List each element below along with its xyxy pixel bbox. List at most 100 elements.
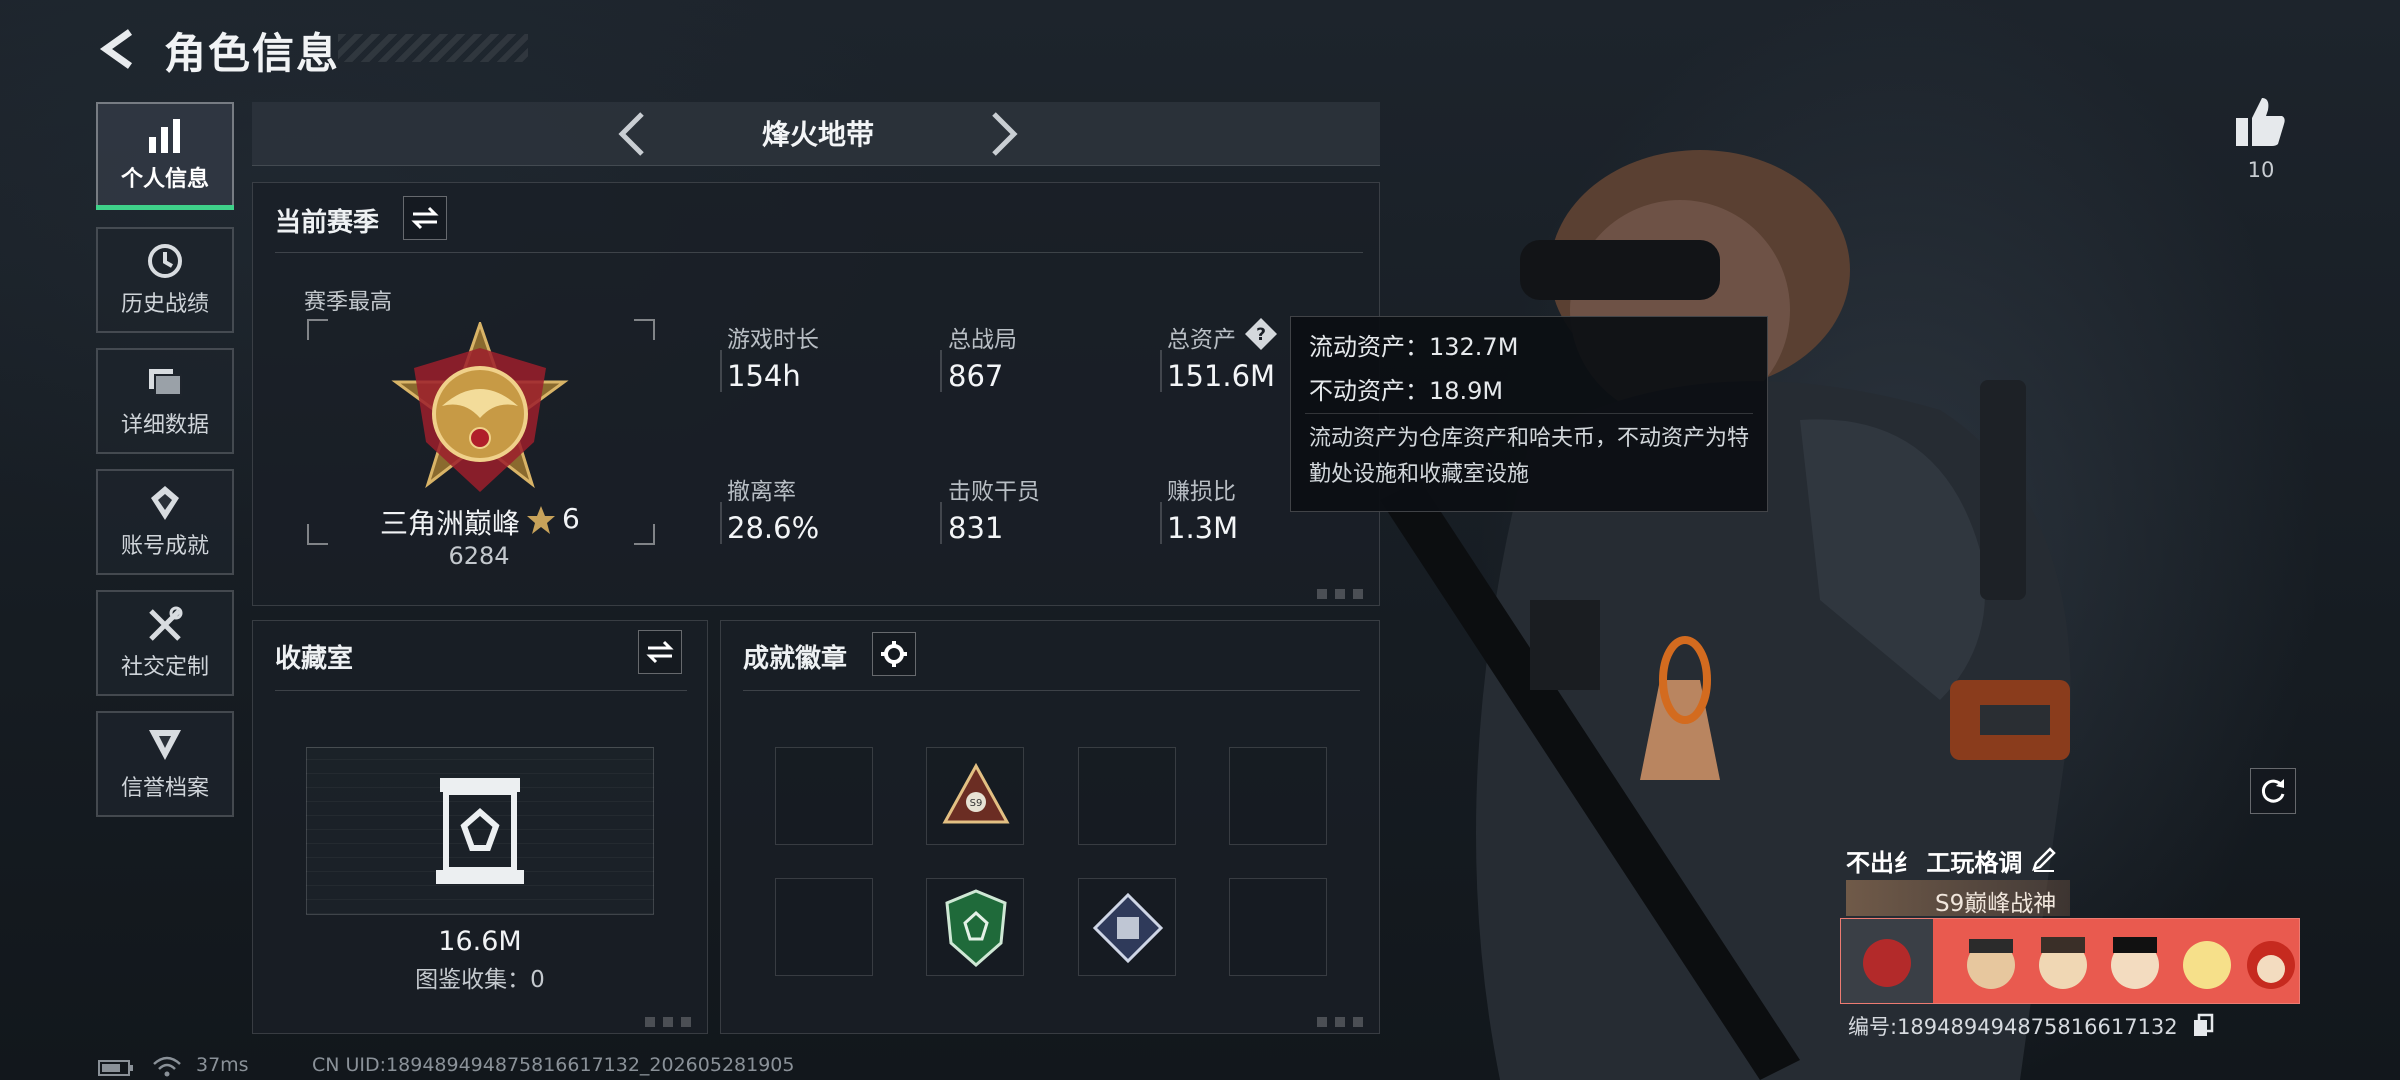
bar-chart-icon <box>149 119 180 153</box>
map-name: 烽火地带 <box>761 118 874 151</box>
badge-slot-empty[interactable] <box>1229 747 1327 845</box>
sidebar-item-social-custom[interactable]: 社交定制 <box>96 590 234 696</box>
rank-medal-icon <box>391 322 569 492</box>
uid-text: CN UID:18948949487581661713​2_2026052819… <box>312 1054 795 1076</box>
stat-separator <box>940 502 942 544</box>
rotate-icon <box>2261 779 2285 803</box>
season-best-label: 赛季最高 <box>304 290 393 315</box>
folder-icon <box>149 369 182 396</box>
collection-value: 16.6M <box>438 926 522 957</box>
collection-catalog: 图鉴收集：0 <box>415 967 545 993</box>
sidebar-item-achievements[interactable]: 账号成就 <box>96 469 234 575</box>
sidebar-item-personal-info[interactable]: 个人信息 <box>96 102 234 210</box>
badges-settings-button[interactable] <box>872 632 916 676</box>
swap-icon <box>411 206 439 230</box>
rank-score: 6284 <box>448 542 510 570</box>
corner-decoration <box>1317 1017 1371 1027</box>
title-decoration <box>338 34 528 62</box>
player-id: 编号:18948949487581661713​2 <box>1848 1015 2178 1039</box>
rank-name: 三角洲巅峰 <box>380 507 521 540</box>
back-arrow-icon[interactable] <box>96 26 142 72</box>
rotate-view-button[interactable] <box>2250 768 2296 814</box>
season-switch-button[interactable] <box>403 196 447 240</box>
stat-label-extract-rate: 撤离率 <box>727 479 796 505</box>
credit-icon <box>149 730 181 760</box>
gear-icon <box>881 641 907 667</box>
stat-label-kills: 击败干员 <box>948 479 1040 505</box>
sticker-characters <box>1841 919 2295 1003</box>
green-shield-badge-icon <box>945 889 1007 967</box>
divider <box>743 690 1360 691</box>
sidebar-item-label: 账号成就 <box>120 534 209 559</box>
chevron-right-icon[interactable] <box>978 108 1028 160</box>
stat-separator <box>720 502 722 544</box>
tooltip-note: 流动资产为仓库资产和哈夫币，不动资产为特勤处设施和收藏室设施 <box>1309 426 1750 487</box>
badge-slot-empty[interactable] <box>775 747 873 845</box>
divider <box>275 252 1363 253</box>
stat-value-extract-rate: 28.6% <box>727 511 820 545</box>
sidebar-item-label: 社交定制 <box>120 655 209 680</box>
divider <box>275 690 687 691</box>
ping-text: 37ms <box>196 1054 249 1076</box>
edit-pencil-icon[interactable] <box>2030 845 2058 873</box>
chevron-left-icon[interactable] <box>608 108 658 160</box>
title-banner-text: S9巅峰战神 <box>1935 891 2057 917</box>
stat-label-profit-ratio: 赚损比 <box>1167 479 1236 505</box>
achievement-icon <box>151 486 179 520</box>
sidebar-item-label: 历史战绩 <box>120 292 209 317</box>
badge-slot-empty[interactable] <box>1229 878 1327 976</box>
stat-value-kills: 831 <box>948 511 1004 545</box>
badge-slot-empty[interactable] <box>1078 747 1176 845</box>
rank-stars: 6 <box>562 502 580 535</box>
season-title: 当前赛季 <box>275 208 380 238</box>
sidebar-item-label: 个人信息 <box>120 167 209 192</box>
player-name: 不出纟 工玩格调 <box>1846 849 2023 877</box>
stat-label-total-assets: 总资产 <box>1167 327 1236 353</box>
stat-value-total-assets: 151.6M <box>1167 359 1276 393</box>
sidebar-item-label: 信誉档案 <box>120 776 209 801</box>
stat-separator <box>940 350 942 392</box>
tools-icon <box>149 606 183 641</box>
collection-switch-button[interactable] <box>638 630 682 674</box>
s9-badge-icon: S9 <box>942 762 1010 824</box>
swap-icon <box>646 640 674 664</box>
badges-title: 成就徽章 <box>743 644 848 674</box>
tooltip-fixed-assets: 不动资产：18.9M <box>1309 377 1504 405</box>
sidebar-item-credit-record[interactable]: 信誉档案 <box>96 711 234 817</box>
battery-icon <box>98 1060 133 1076</box>
stat-separator <box>1160 502 1162 544</box>
history-clock-icon <box>148 244 182 278</box>
stat-label-play-time: 游戏时长 <box>727 327 819 353</box>
sidebar-item-label: 详细数据 <box>120 413 209 438</box>
stat-value-total-games: 867 <box>948 359 1004 393</box>
sidebar-item-detail-data[interactable]: 详细数据 <box>96 348 234 454</box>
assets-tooltip: 流动资产：132.7M 不动资产：18.9M 流动资产为仓库资产和哈夫币，不动资… <box>1290 316 1768 512</box>
page-title: 角色信息 <box>164 29 341 78</box>
corner-decoration <box>1317 589 1371 599</box>
stat-label-total-games: 总战局 <box>948 327 1017 353</box>
diamond-badge-icon <box>1092 892 1164 964</box>
stat-separator <box>1160 350 1162 392</box>
badge-slot[interactable] <box>926 878 1024 976</box>
badge-slot[interactable]: S9 <box>926 747 1024 845</box>
stat-separator <box>720 350 722 392</box>
star-icon <box>527 506 555 534</box>
display-case-icon <box>436 778 524 884</box>
stat-value-play-time: 154h <box>727 359 801 393</box>
badge-slot[interactable] <box>1078 878 1176 976</box>
badge-slot-empty[interactable] <box>775 878 873 976</box>
active-indicator <box>96 205 234 210</box>
divider <box>1305 413 1753 414</box>
collection-title: 收藏室 <box>275 644 354 674</box>
like-count: 10 <box>2247 158 2275 182</box>
svg-text:?: ? <box>1256 325 1266 345</box>
profile-sticker-strip[interactable] <box>1840 918 2300 1004</box>
svg-text:S9: S9 <box>970 798 983 809</box>
copy-icon[interactable] <box>2192 1013 2214 1037</box>
help-icon[interactable]: ? <box>1244 317 1278 351</box>
stat-value-profit-ratio: 1.3M <box>1167 511 1239 545</box>
sidebar-item-history[interactable]: 历史战绩 <box>96 227 234 333</box>
thumbs-up-icon[interactable] <box>2232 94 2288 150</box>
wifi-icon <box>153 1056 181 1077</box>
corner-decoration <box>645 1017 699 1027</box>
